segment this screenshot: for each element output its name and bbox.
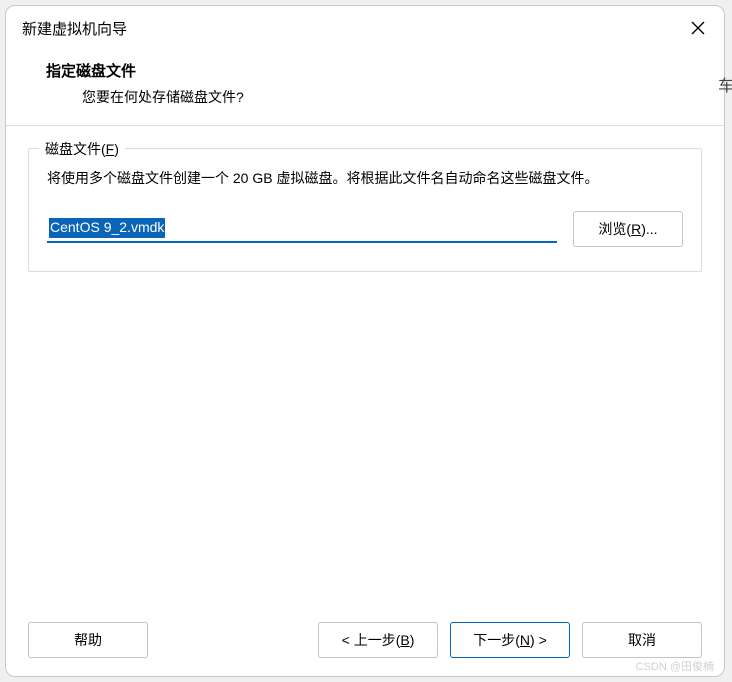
help-button[interactable]: 帮助 [28, 622, 148, 658]
window-title: 新建虚拟机向导 [22, 18, 127, 39]
browse-button[interactable]: 浏览(R)... [573, 211, 683, 247]
wizard-dialog: 新建虚拟机向导 指定磁盘文件 您要在何处存储磁盘文件? 磁盘文件(F) 将使用多… [5, 5, 725, 677]
file-row: CentOS 9_2.vmdk 浏览(R)... [47, 211, 683, 247]
disk-file-group: 磁盘文件(F) 将使用多个磁盘文件创建一个 20 GB 虚拟磁盘。将根据此文件名… [28, 148, 702, 272]
group-label: 磁盘文件(F) [39, 139, 125, 159]
next-button[interactable]: 下一步(N) > [450, 622, 570, 658]
titlebar: 新建虚拟机向导 [6, 6, 724, 48]
close-icon [690, 20, 706, 36]
close-button[interactable] [684, 14, 712, 42]
page-title: 指定磁盘文件 [46, 60, 684, 81]
content-area: 磁盘文件(F) 将使用多个磁盘文件创建一个 20 GB 虚拟磁盘。将根据此文件名… [6, 126, 724, 608]
cancel-button[interactable]: 取消 [582, 622, 702, 658]
cropped-character: 车 [718, 72, 732, 96]
footer-left: 帮助 [28, 622, 306, 658]
header: 指定磁盘文件 您要在何处存储磁盘文件? [6, 48, 724, 126]
page-subtitle: 您要在何处存储磁盘文件? [46, 87, 684, 107]
footer: 帮助 < 上一步(B) 下一步(N) > 取消 [6, 608, 724, 676]
disk-file-input[interactable] [47, 215, 557, 243]
back-button[interactable]: < 上一步(B) [318, 622, 438, 658]
group-description: 将使用多个磁盘文件创建一个 20 GB 虚拟磁盘。将根据此文件名自动命名这些磁盘… [47, 167, 683, 191]
file-input-wrap: CentOS 9_2.vmdk [47, 215, 557, 243]
